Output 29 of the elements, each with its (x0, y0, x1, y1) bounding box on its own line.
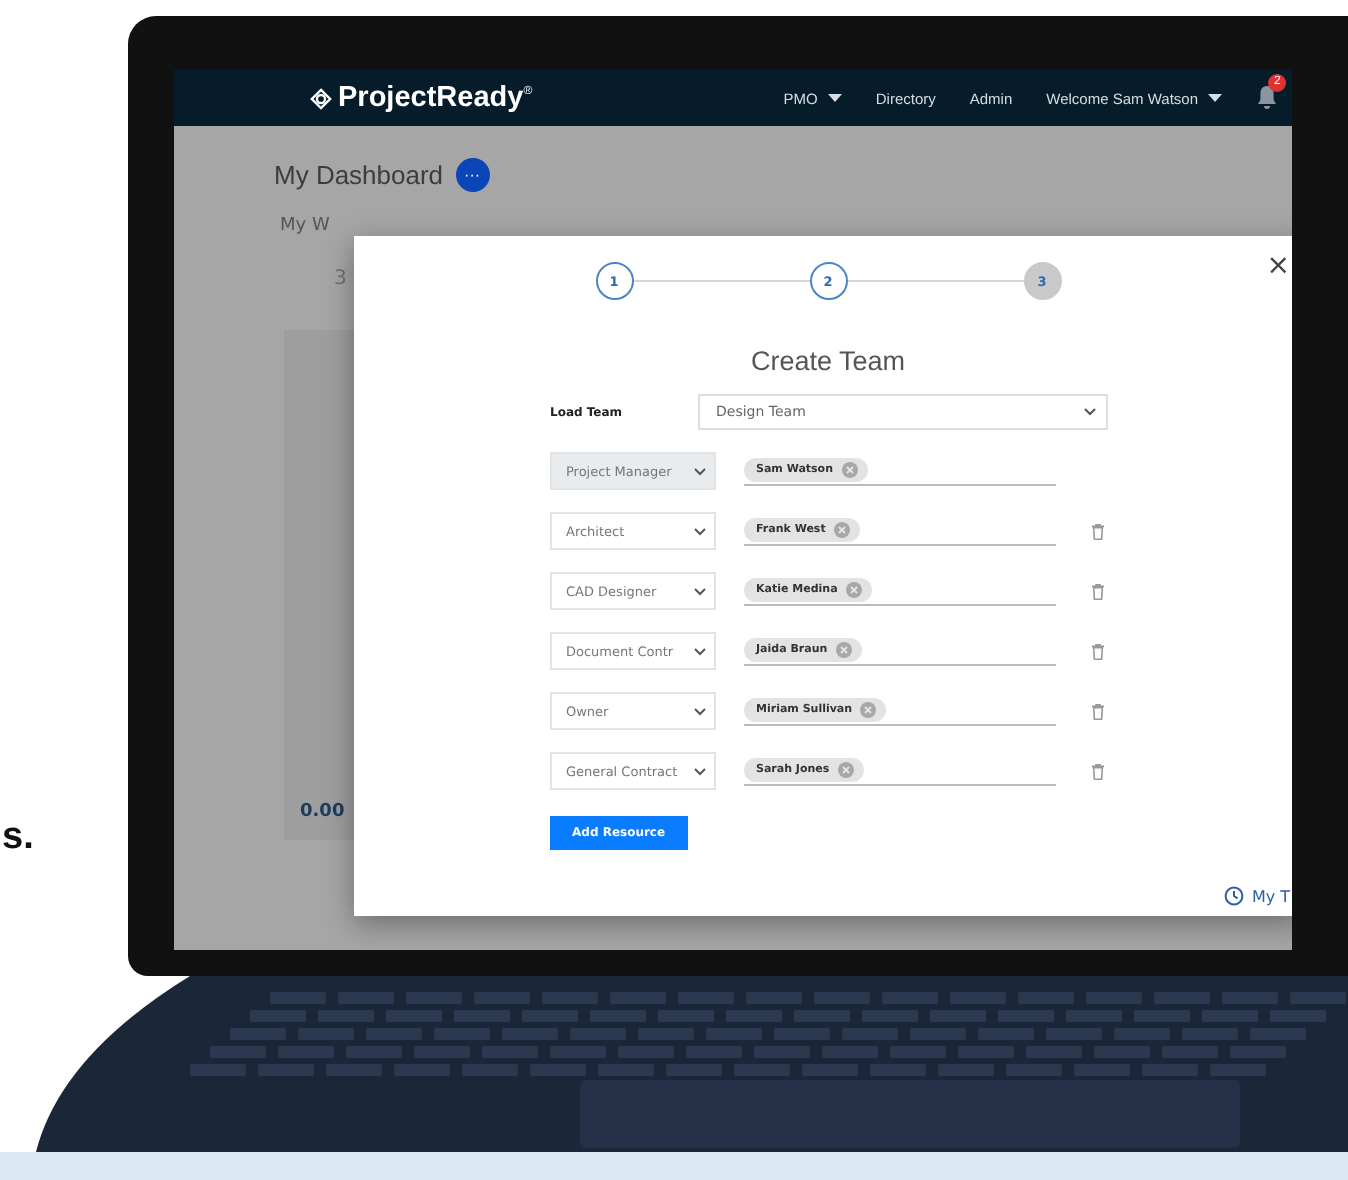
bell-icon[interactable] (1256, 84, 1278, 110)
trash-icon[interactable] (1092, 703, 1104, 719)
dashboard-title: My Dashboard (274, 160, 444, 190)
remove-icon[interactable] (845, 581, 862, 597)
logo-text[interactable]: ProjectReady$^{®}$ (338, 82, 533, 114)
chevron-icon (694, 767, 706, 775)
chevron-icon (694, 707, 706, 715)
more-button[interactable]: ··· (455, 158, 490, 192)
clock-icon (1224, 886, 1244, 906)
trash-icon[interactable] (1092, 763, 1104, 779)
chevron-icon (694, 587, 706, 595)
logo-icon (310, 87, 332, 109)
trash-icon[interactable] (1092, 583, 1104, 599)
modal-title: Create Team (748, 346, 908, 376)
remove-icon[interactable] (841, 461, 857, 477)
timesheet-link[interactable]: My T (1224, 886, 1291, 906)
remove-icon[interactable] (860, 701, 877, 717)
chevron-icon (694, 467, 706, 475)
remove-icon[interactable] (833, 521, 850, 537)
side-text: s. (0, 814, 36, 862)
close-button[interactable]: × (1266, 252, 1290, 280)
trash-icon[interactable] (1092, 523, 1104, 539)
chevron-icon (1084, 408, 1096, 416)
trash-icon[interactable] (1092, 643, 1104, 659)
remove-icon[interactable] (837, 761, 854, 777)
chevron-icon (694, 647, 706, 655)
remove-icon[interactable] (835, 641, 852, 657)
chart-value: 0.00 (298, 802, 345, 826)
chevron-icon (694, 527, 706, 535)
